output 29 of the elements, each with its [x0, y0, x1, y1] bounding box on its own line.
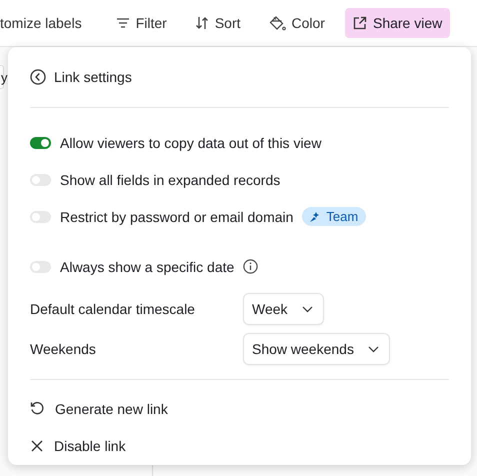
sort-icon — [194, 16, 209, 30]
setting-label: Weekends — [30, 341, 97, 357]
toggle-label: Always show a specific date — [60, 258, 234, 274]
sparkle-icon — [308, 210, 322, 222]
toggle-label: Show all fields in expanded records — [60, 172, 280, 188]
external-link-icon — [352, 16, 367, 30]
share-view-button[interactable]: Share view — [344, 8, 450, 38]
toggle-label: Allow viewers to copy data out of this view — [60, 134, 322, 150]
toolbar-button[interactable]: Color — [260, 8, 333, 38]
back-icon[interactable] — [30, 69, 46, 85]
generate-link-button[interactable]: Generate new link — [30, 390, 168, 427]
disable-link-button[interactable]: Disable link — [30, 427, 126, 464]
toggle-label: Restrict by password or email domain — [60, 208, 294, 224]
refresh-icon — [30, 401, 45, 416]
plan-badge: Team — [302, 207, 366, 226]
dropdown-select[interactable]: Show weekends — [243, 333, 390, 365]
info-icon[interactable] — [243, 259, 258, 274]
toolbar-button[interactable]: Sort — [186, 8, 249, 38]
setting-label: Default calendar timescale — [30, 301, 196, 317]
dropdown-select[interactable]: Week — [243, 293, 324, 325]
chevron-down-icon — [302, 306, 313, 312]
popover-title: Link settings — [54, 69, 132, 85]
chevron-down-icon — [368, 346, 379, 352]
filter-icon — [116, 18, 130, 28]
toolbar-button[interactable]: tomize labels — [0, 8, 90, 38]
toolbar-button[interactable]: Filter — [108, 8, 175, 38]
toggle-switch[interactable] — [30, 136, 51, 148]
close-icon — [30, 438, 44, 452]
paint-bucket-icon — [268, 16, 286, 30]
